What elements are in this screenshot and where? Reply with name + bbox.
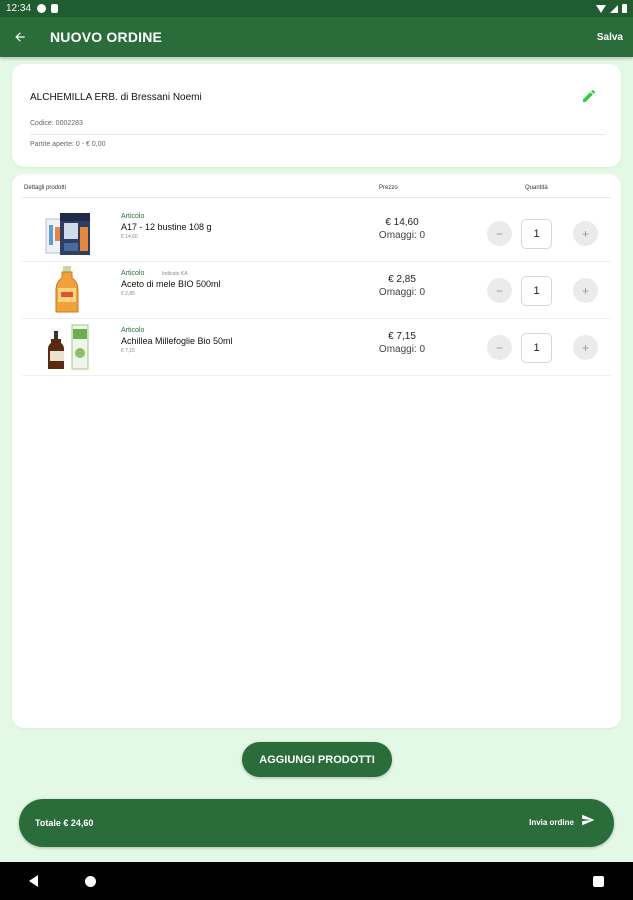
nav-home-icon[interactable]	[85, 876, 96, 887]
product-unit-price: € 14,60	[121, 234, 138, 240]
nav-recents-icon[interactable]	[593, 876, 604, 887]
product-price: € 2,85	[388, 274, 416, 285]
product-type: Articolo	[121, 327, 145, 334]
add-products-button[interactable]: AGGIUNGI PRODOTTI	[242, 742, 392, 777]
app-bar: NUOVO ORDINE Salva	[0, 17, 633, 57]
product-image	[42, 266, 94, 314]
system-nav-bar	[0, 862, 633, 900]
quantity-field[interactable]	[521, 276, 552, 306]
product-price: € 14,60	[385, 217, 419, 228]
product-price: € 7,15	[388, 331, 416, 342]
header-price: Prezzo	[379, 185, 398, 191]
divider	[30, 134, 605, 135]
product-image	[42, 323, 94, 371]
status-time: 12:34	[6, 3, 32, 14]
product-tag: Indicato KA	[162, 271, 188, 277]
signal-icon	[610, 4, 618, 13]
notification-icon	[37, 4, 47, 13]
table-row: Articolo Indicato KA Aceto di mele BIO 5…	[22, 262, 611, 319]
page-title: NUOVO ORDINE	[50, 29, 163, 45]
plus-icon[interactable]: +	[573, 221, 598, 246]
customer-code: Codice: 0002283	[30, 120, 83, 127]
product-type: Articolo	[121, 213, 145, 220]
status-bar: 12:34	[0, 0, 633, 17]
total-bar: Totale € 24,60 Invia ordine	[19, 799, 614, 847]
header-details: Dettagli prodotti	[24, 185, 67, 191]
product-gifts: Omaggi: 0	[378, 230, 426, 241]
customer-open-items: Partite aperte: 0 - € 0,00	[30, 141, 106, 148]
save-button[interactable]: Salva	[597, 32, 623, 43]
battery-icon	[622, 4, 627, 13]
sim-icon	[51, 4, 59, 13]
minus-icon[interactable]: −	[487, 335, 512, 360]
product-name: A17 - 12 bustine 108 g	[121, 222, 212, 232]
product-image	[42, 209, 94, 257]
table-row: Articolo A17 - 12 bustine 108 g € 14,60 …	[22, 205, 611, 262]
quantity-field[interactable]	[521, 333, 552, 363]
order-total: Totale € 24,60	[35, 818, 94, 828]
wifi-icon	[596, 4, 606, 13]
product-type: Articolo	[121, 270, 145, 277]
product-gifts: Omaggi: 0	[378, 287, 426, 298]
pencil-icon[interactable]	[581, 88, 597, 104]
customer-name: ALCHEMILLA ERB. di Bressani Noemi	[30, 92, 202, 103]
customer-card: ALCHEMILLA ERB. di Bressani Noemi Codice…	[12, 64, 621, 167]
table-header: Dettagli prodotti Prezzo Quantità	[22, 184, 611, 198]
product-unit-price: € 7,15	[121, 348, 135, 354]
product-name: Achillea Millefoglie Bio 50ml	[121, 336, 233, 346]
minus-icon[interactable]: −	[487, 278, 512, 303]
back-arrow-icon[interactable]	[0, 30, 40, 44]
product-unit-price: € 2,85	[121, 291, 135, 297]
nav-back-icon[interactable]	[29, 875, 38, 887]
table-row: Articolo Achillea Millefoglie Bio 50ml €…	[22, 319, 611, 376]
plus-icon[interactable]: +	[573, 278, 598, 303]
product-gifts: Omaggi: 0	[378, 344, 426, 355]
send-order-button[interactable]: Invia ordine	[529, 813, 596, 832]
header-quantity: Quantità	[525, 185, 548, 191]
products-card: Dettagli prodotti Prezzo Quantità Artico…	[12, 174, 621, 728]
product-name: Aceto di mele BIO 500ml	[121, 279, 221, 289]
minus-icon[interactable]: −	[487, 221, 512, 246]
quantity-field[interactable]	[521, 219, 552, 249]
plus-icon[interactable]: +	[573, 335, 598, 360]
send-icon	[580, 813, 596, 832]
send-order-label: Invia ordine	[529, 818, 574, 827]
